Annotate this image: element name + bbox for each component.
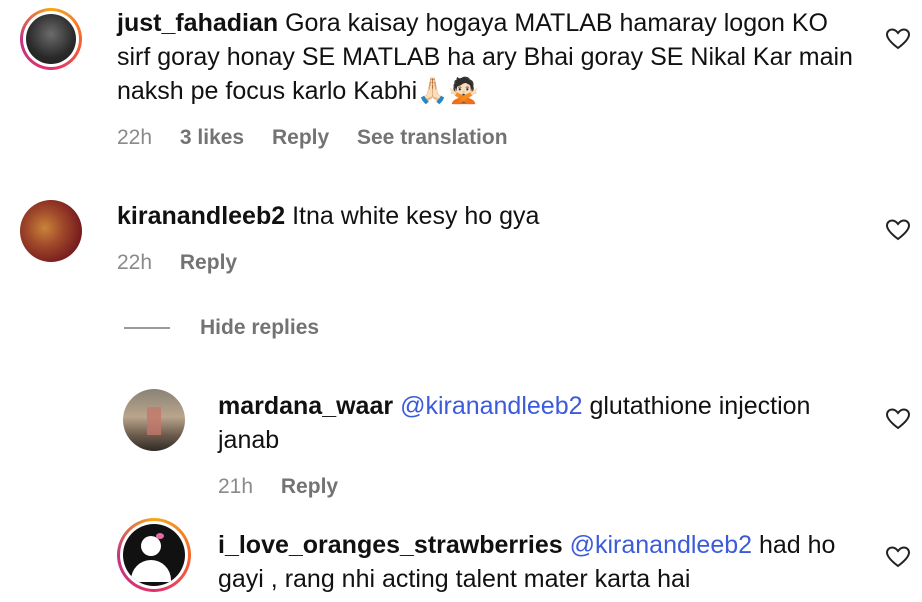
heart-icon[interactable]: [886, 219, 910, 241]
see-translation-link[interactable]: See translation: [357, 126, 508, 149]
username[interactable]: just_fahadian: [117, 9, 278, 37]
reply-button[interactable]: Reply: [272, 126, 329, 149]
comment-meta: 22h Reply: [117, 251, 259, 275]
comment-meta: 22h 3 likes Reply See translation: [117, 126, 530, 150]
hide-replies-button[interactable]: Hide replies: [124, 316, 319, 340]
reply-button[interactable]: Reply: [281, 475, 338, 498]
timestamp: 22h: [117, 251, 153, 274]
avatar[interactable]: [20, 8, 82, 70]
heart-icon[interactable]: [886, 408, 910, 430]
timestamp: 22h: [117, 126, 153, 149]
heart-icon[interactable]: [886, 546, 910, 568]
reply-meta: 21h Reply: [218, 475, 360, 499]
username[interactable]: mardana_waar: [218, 392, 393, 420]
comment-text: kiranandleeb2 Itna white kesy ho gya: [117, 199, 857, 233]
reply-text: mardana_waar @kiranandleeb2 glutathione …: [218, 389, 858, 457]
mention-link[interactable]: @kiranandleeb2: [570, 531, 752, 559]
mention-link[interactable]: @kiranandleeb2: [400, 392, 582, 420]
hide-replies-label: Hide replies: [200, 316, 320, 339]
timestamp: 21h: [218, 475, 254, 498]
comment-body: Itna white kesy ho gya: [292, 202, 540, 230]
reply-text: i_love_oranges_strawberries @kiranandlee…: [218, 528, 858, 596]
avatar[interactable]: [20, 200, 82, 262]
avatar[interactable]: [123, 389, 185, 451]
username[interactable]: i_love_oranges_strawberries: [218, 531, 563, 559]
heart-icon[interactable]: [886, 28, 910, 50]
username[interactable]: kiranandleeb2: [117, 202, 285, 230]
avatar[interactable]: [117, 518, 191, 592]
likes-count[interactable]: 3 likes: [180, 126, 244, 149]
divider-line: [124, 327, 170, 330]
comment-text: just_fahadian Gora kaisay hogaya MATLAB …: [117, 6, 857, 108]
reply-button[interactable]: Reply: [180, 251, 237, 274]
